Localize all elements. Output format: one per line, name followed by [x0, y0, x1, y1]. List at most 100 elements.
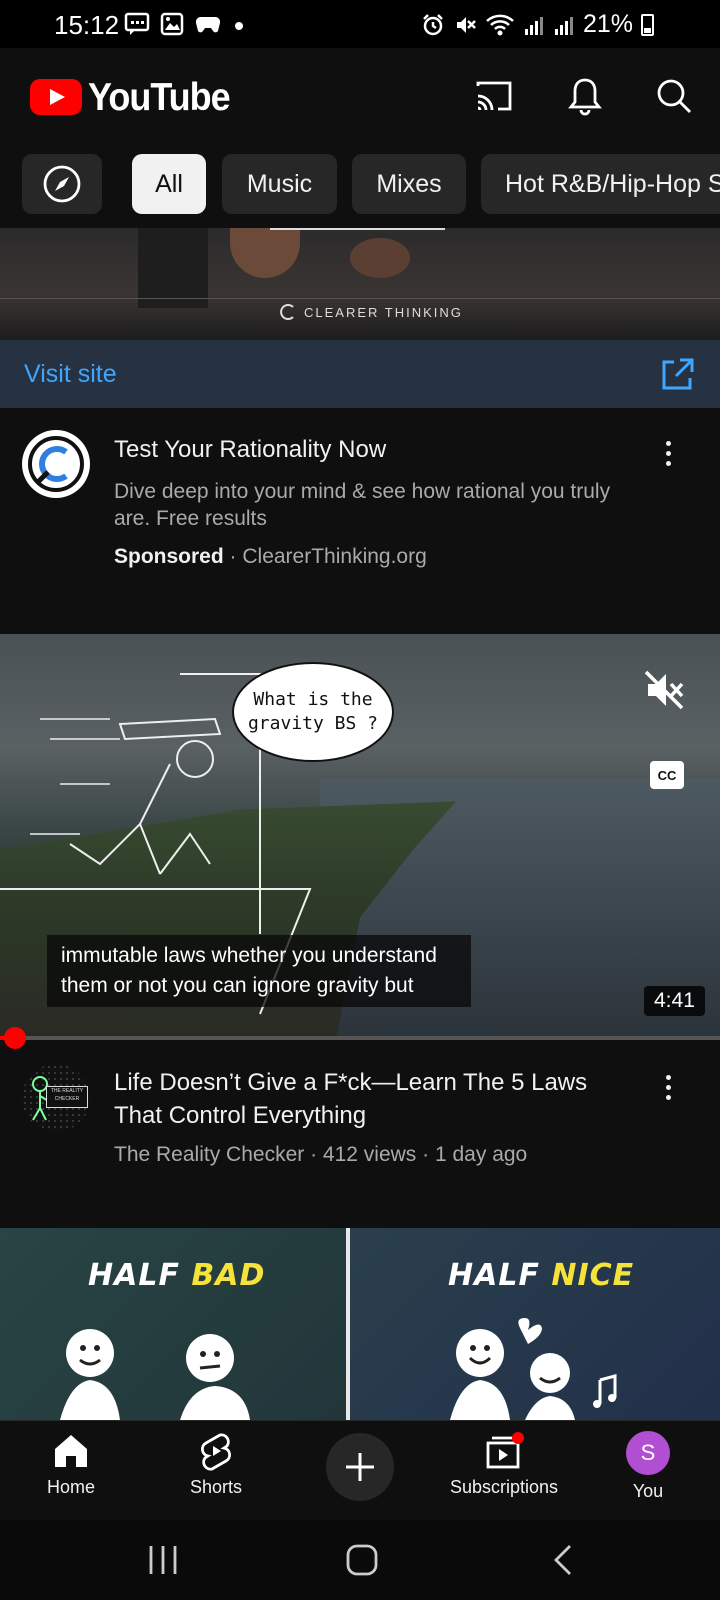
sad-figures-drawing: [60, 1329, 250, 1420]
kebab-dot: [665, 460, 671, 466]
status-notification-icons: [124, 12, 246, 36]
nav-shorts-label: Shorts: [189, 1477, 243, 1497]
mute-vibrate-icon: [456, 16, 476, 33]
wifi-icon: [486, 14, 514, 35]
search-icon: [657, 79, 691, 113]
back-icon[interactable]: [548, 1542, 578, 1578]
recent-apps-icon[interactable]: [146, 1542, 180, 1578]
game-controller-icon: [195, 17, 221, 33]
message-icon: [124, 12, 150, 35]
nav-you[interactable]: S You: [583, 1431, 713, 1502]
cast-button[interactable]: [470, 72, 518, 120]
upload-age: 1 day ago: [434, 1143, 528, 1166]
clearer-thinking-avatar-icon: [28, 436, 84, 492]
alarm-icon: [423, 13, 443, 35]
ad-brand-text: CLEARER THINKING: [304, 304, 463, 320]
nav-home[interactable]: Home: [6, 1431, 136, 1498]
search-button[interactable]: [650, 72, 698, 120]
video-title[interactable]: Life Doesn’t Give a F*ck—Learn The 5 Law…: [114, 1066, 634, 1132]
video-meta: The Reality Checker · 412 views · 1 day …: [114, 1143, 527, 1167]
caption-line-2: them or not you can ignore gravity but: [61, 974, 414, 997]
video-progress-track[interactable]: [0, 1036, 720, 1040]
left-word-1: HALF: [88, 1258, 180, 1293]
channel-avatar-tag: THE REALITY CHECKER: [46, 1086, 88, 1108]
ad-banner-image[interactable]: [0, 228, 720, 340]
status-bar: 15:12 21%: [0, 0, 720, 48]
meta-separator: ·: [304, 1143, 323, 1166]
channel-avatar[interactable]: THE REALITY CHECKER: [22, 1064, 90, 1132]
kebab-dot: [665, 1074, 671, 1080]
create-button[interactable]: [326, 1433, 394, 1501]
youtube-logo-text: YouTube: [88, 74, 231, 119]
kebab-dot: [665, 1084, 671, 1090]
kebab-dot: [665, 440, 671, 446]
ad-more-options-button[interactable]: [648, 428, 688, 478]
youtube-play-icon: [30, 79, 82, 115]
kebab-dot: [665, 450, 671, 456]
nav-subscriptions[interactable]: Subscriptions: [439, 1431, 569, 1498]
ad-title[interactable]: Test Your Rationality Now: [114, 436, 386, 464]
thumbnail-left-half: HALF BAD: [0, 1228, 346, 1420]
home-icon: [55, 1435, 87, 1467]
left-half-label: HALF BAD: [88, 1258, 265, 1293]
visit-site-bar[interactable]: Visit site: [0, 340, 720, 408]
user-avatar: S: [626, 1431, 670, 1475]
more-notifications-dot-icon: [235, 22, 243, 30]
ad-cookie-shape: [230, 228, 300, 278]
battery-icon: [641, 13, 654, 36]
status-time: 15:12: [54, 10, 120, 40]
right-half-label: HALF NICE: [448, 1258, 634, 1293]
video-more-options-button[interactable]: [648, 1062, 688, 1112]
ad-table-edge: [0, 298, 720, 299]
view-count: 412 views: [322, 1143, 417, 1166]
youtube-logo[interactable]: YouTube: [30, 74, 231, 119]
chip-hot-rnb-hiphop[interactable]: Hot R&B/Hip-Hop S: [481, 154, 720, 214]
notifications-button[interactable]: [561, 72, 609, 120]
video-player[interactable]: What is the gravity BS ? CC immutable la…: [0, 634, 720, 1036]
visit-site-label: Visit site: [24, 360, 117, 388]
ad-description: Dive deep into your mind & see how ratio…: [114, 480, 611, 530]
home-system-icon[interactable]: [344, 1542, 380, 1578]
gallery-icon: [160, 12, 184, 36]
plus-icon: [346, 1453, 374, 1481]
thumbnail-right-half: HALF NICE: [350, 1228, 720, 1420]
nav-home-label: Home: [46, 1477, 95, 1497]
channel-name[interactable]: The Reality Checker: [114, 1143, 304, 1166]
happy-figures-drawing: [450, 1318, 617, 1420]
right-word-2: NICE: [551, 1258, 635, 1293]
video-caption: immutable laws whether you understand th…: [47, 935, 471, 1007]
ad-domain: ClearerThinking.org: [242, 545, 427, 568]
meta-separator: ·: [416, 1143, 435, 1166]
closed-captions-button[interactable]: CC: [650, 761, 684, 789]
muted-volume-icon[interactable]: [642, 668, 686, 712]
cast-icon: [476, 81, 512, 111]
open-external-icon: [662, 358, 694, 390]
battery-percentage: 21%: [582, 10, 633, 38]
nav-subscriptions-label: Subscriptions: [449, 1477, 559, 1497]
chip-mixes[interactable]: Mixes: [352, 154, 466, 214]
signal-icon-2: [554, 16, 573, 35]
shorts-icon: [201, 1433, 231, 1471]
system-navigation-bar: [0, 1520, 720, 1600]
ad-brand-mark: CLEARER THINKING: [278, 302, 463, 322]
caption-line-1: immutable laws whether you understand: [61, 944, 437, 967]
left-word-2: BAD: [191, 1258, 266, 1293]
ad-meta: Sponsored · ClearerThinking.org: [114, 545, 427, 569]
ad-line: [270, 228, 445, 230]
notifications-bell-icon: [568, 78, 602, 116]
nav-you-label: You: [632, 1481, 664, 1501]
ad-meta-separator: ·: [223, 545, 243, 568]
nav-shorts[interactable]: Shorts: [151, 1431, 281, 1498]
chip-music[interactable]: Music: [222, 154, 337, 214]
advertiser-avatar[interactable]: [22, 430, 90, 498]
speech-bubble: What is the gravity BS ?: [232, 662, 394, 762]
compass-icon: [43, 165, 81, 203]
ad-figure-shape: [138, 228, 208, 308]
chip-all[interactable]: All: [132, 154, 206, 214]
video-duration: 4:41: [644, 986, 705, 1016]
next-video-thumbnail[interactable]: HALF BAD HALF NICE: [0, 1228, 720, 1420]
right-word-1: HALF: [448, 1258, 540, 1293]
video-progress-scrubber[interactable]: [4, 1027, 26, 1049]
explore-chip[interactable]: [22, 154, 102, 214]
category-chips: All Music Mixes Hot R&B/Hip-Hop S: [0, 150, 720, 214]
